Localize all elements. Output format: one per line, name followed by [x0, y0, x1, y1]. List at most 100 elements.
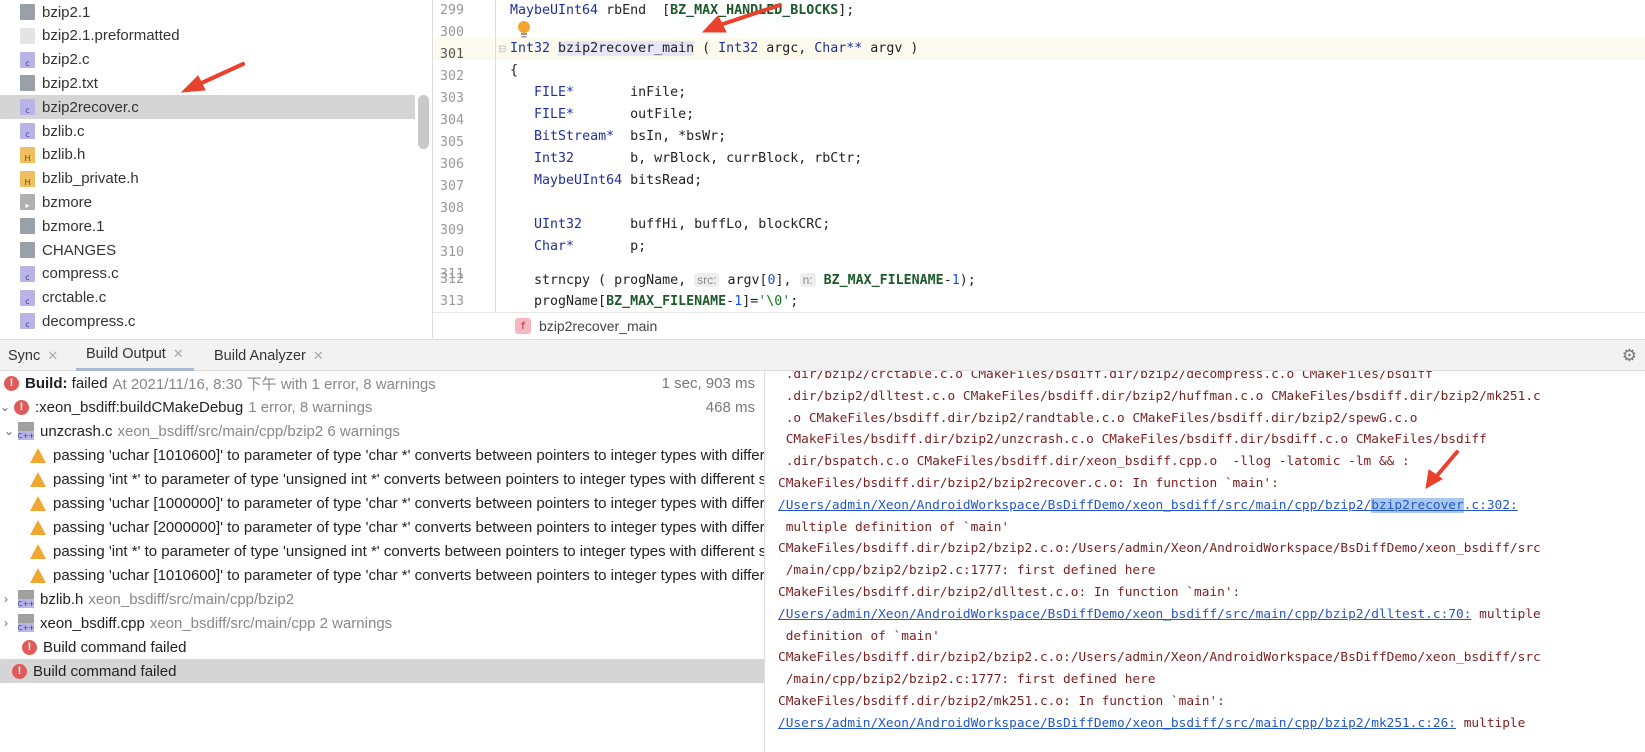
error-row-selected[interactable]: ! Build command failed [0, 659, 764, 683]
build-console[interactable]: .dir/bzip2/crctable.c.o CMakeFiles/bsdif… [766, 371, 1645, 752]
editor-breadcrumb[interactable]: f bzip2recover_main [433, 312, 1645, 339]
close-icon[interactable]: ✕ [47, 348, 58, 364]
build-detail: At 2021/11/16, 8:30 下午 with 1 error, 8 w… [112, 375, 436, 393]
warning-icon [30, 471, 46, 487]
tab-label: Sync [8, 347, 41, 364]
close-icon[interactable]: ✕ [313, 348, 324, 364]
file-tree-item[interactable]: c crctable.c [0, 286, 415, 310]
file-name: unzcrash.c [40, 422, 113, 440]
file-name: bzlib_private.h [42, 170, 139, 188]
warning-row[interactable]: passing 'uchar [2000000]' to parameter o… [0, 515, 764, 539]
file-tree-item[interactable]: CHANGES [0, 238, 415, 262]
code-line-310: Char* p; [534, 239, 647, 254]
project-file-tree: bzip2.1 bzip2.1.preformatted c bzip2.c bzip2… [0, 0, 432, 338]
file-tree-item[interactable]: c bzlib.c [0, 119, 415, 143]
console-line: CMakeFiles/bsdiff.dir/bzip2/bzip2.c.o:/U… [778, 538, 1541, 559]
line-number: 310 [440, 245, 465, 260]
file-row-xeon-bsdiff[interactable]: › C++ xeon_bsdiff.cpp xeon_bsdiff/src/main/… [0, 611, 764, 635]
file-icon [20, 4, 35, 20]
file-name: bzip2.c [42, 51, 90, 69]
console-text: multiple [1471, 606, 1541, 622]
console-link-line: /Users/admin/Xeon/AndroidWorkspace/BsDif… [778, 713, 1525, 734]
link-text: .c:302: [1463, 497, 1518, 513]
lightbulb-icon[interactable] [516, 20, 532, 38]
link-highlight: bzip2recover [1371, 497, 1464, 513]
build-duration: 1 sec, 903 ms [661, 374, 755, 392]
warning-row[interactable]: passing 'uchar [1010600]' to parameter o… [0, 443, 765, 467]
console-link[interactable]: /Users/admin/Xeon/AndroidWorkspace/BsDif… [778, 497, 1518, 513]
warning-row[interactable]: passing 'int *' to parameter of type 'un… [0, 467, 765, 491]
code-line-304: FILE* outFile; [534, 107, 695, 122]
file-tree-item[interactable]: Hbzlib.h [0, 143, 415, 167]
line-number: 305 [440, 135, 465, 150]
warning-text: passing 'int *' to parameter of type 'un… [53, 470, 765, 488]
error-row[interactable]: ! Build command failed [0, 635, 764, 659]
chevron-right-icon[interactable]: › [4, 592, 18, 606]
file-name: bzip2.1.preformatted [42, 27, 180, 45]
console-link-line: /Users/admin/Xeon/AndroidWorkspace/BsDif… [778, 495, 1518, 516]
warning-row[interactable]: passing 'int *' to parameter of type 'un… [0, 539, 764, 563]
warning-icon [30, 567, 46, 583]
executable-icon: ▸ [20, 194, 35, 211]
console-text: CMakeFiles/bsdiff.dir/bzip2/dlltest.c.o:… [778, 585, 1241, 600]
line-number: 301 [440, 47, 465, 62]
console-line: /main/cpp/bzip2/bzip2.c:1777: first defi… [778, 669, 1156, 690]
line-number: 307 [440, 179, 465, 194]
console-link-line: /Users/admin/Xeon/AndroidWorkspace/BsDif… [778, 604, 1541, 625]
warning-row[interactable]: passing 'uchar [1000000]' to parameter o… [0, 491, 765, 515]
line-number: 300 [440, 25, 465, 40]
warning-text: passing 'uchar [1010600]' to parameter o… [53, 446, 765, 464]
task-label: :xeon_bsdiff:buildCMakeDebug [35, 398, 244, 416]
tab-build-analyzer[interactable]: Build Analyzer ✕ [206, 340, 332, 371]
build-tree: ! Build: failed At 2021/11/16, 8:30 下午 wit… [0, 371, 765, 752]
c-file-icon: c [20, 265, 35, 282]
console-line: .dir/bspatch.c.o CMakeFiles/bsdiff.dir/x… [778, 451, 1410, 472]
warning-row[interactable]: passing 'uchar [1010600]' to parameter o… [0, 563, 764, 587]
line-number: 299 [440, 3, 465, 18]
console-text: CMakeFiles/bsdiff.dir/bzip2/unzcrash.c.o… [778, 432, 1487, 448]
console-text: CMakeFiles/bsdiff.dir/bzip2/bzip2recover… [778, 476, 1279, 491]
chevron-down-icon[interactable]: ⌄ [0, 400, 14, 414]
breadcrumb-function[interactable]: bzip2recover_main [539, 318, 657, 334]
console-line: .o CMakeFiles/bsdiff.dir/bzip2/randtable… [778, 408, 1418, 429]
file-row-bzlib-h[interactable]: › C++ bzlib.h xeon_bsdiff/src/main/cpp/bzip… [0, 587, 764, 611]
fold-icon[interactable]: ⊟ [498, 44, 506, 55]
tab-build-output[interactable]: Build Output ✕ [76, 340, 194, 371]
c-file-icon: c [20, 123, 35, 139]
line-number: 302 [440, 69, 465, 84]
warning-text: passing 'uchar [1000000]' to parameter o… [53, 494, 765, 512]
line-number: 304 [440, 113, 465, 128]
line-number: 303 [440, 91, 465, 106]
gear-icon[interactable]: ⚙ [1622, 346, 1637, 366]
console-link[interactable]: /Users/admin/Xeon/AndroidWorkspace/BsDif… [778, 607, 1471, 622]
tab-sync[interactable]: Sync ✕ [0, 340, 66, 371]
console-text: CMakeFiles/bsdiff.dir/bzip2/bzip2.c.o:/U… [778, 541, 1541, 557]
file-name: xeon_bsdiff.cpp [40, 614, 145, 632]
file-tree-item[interactable]: bzmore.1 [0, 214, 415, 238]
console-line: definition of `main' [778, 626, 940, 647]
c-file-icon: c [20, 99, 35, 116]
task-row[interactable]: ⌄!:xeon_bsdiff:buildCMakeDebug 1 error, 8… [0, 395, 764, 419]
close-icon[interactable]: ✕ [173, 346, 184, 362]
file-path: xeon_bsdiff/src/main/cpp/bzip2 6 warning… [117, 422, 400, 440]
chevron-down-icon[interactable]: ⌄ [4, 424, 18, 438]
console-link[interactable]: /Users/admin/Xeon/AndroidWorkspace/BsDif… [778, 716, 1456, 731]
file-tree-item[interactable]: bzip2.1 [0, 0, 415, 24]
file-tree-item[interactable]: Hbzlib_private.h [0, 167, 415, 191]
chevron-right-icon[interactable]: › [4, 616, 18, 630]
file-tree-item[interactable]: bzip2.1.preformatted [0, 24, 415, 48]
file-tree-item[interactable]: ▸ bzmore [0, 190, 415, 214]
file-tree-item[interactable]: c decompress.c [0, 309, 415, 333]
file-row-unzcrash[interactable]: ⌄ C++ unzcrash.c xeon_bsdiff/src/main/cpp/b… [0, 419, 764, 443]
file-tree-item[interactable]: bzip2.txt [0, 71, 415, 95]
file-tree-item[interactable]: c bzip2recover.c [0, 95, 415, 120]
file-tree-scrollbar[interactable] [418, 95, 429, 149]
line-number: 309 [440, 223, 465, 238]
console-text: definition of `main' [778, 628, 940, 644]
line-number: 313 [440, 294, 465, 309]
error-text: Build command failed [43, 638, 187, 656]
file-tree-item[interactable]: c compress.c [0, 262, 415, 286]
build-summary-row[interactable]: ! Build: failed At 2021/11/16, 8:30 下午 wit… [0, 371, 764, 395]
console-line: CMakeFiles/bsdiff.dir/bzip2/bzip2recover… [778, 473, 1279, 494]
file-tree-item[interactable]: c bzip2.c [0, 48, 415, 72]
